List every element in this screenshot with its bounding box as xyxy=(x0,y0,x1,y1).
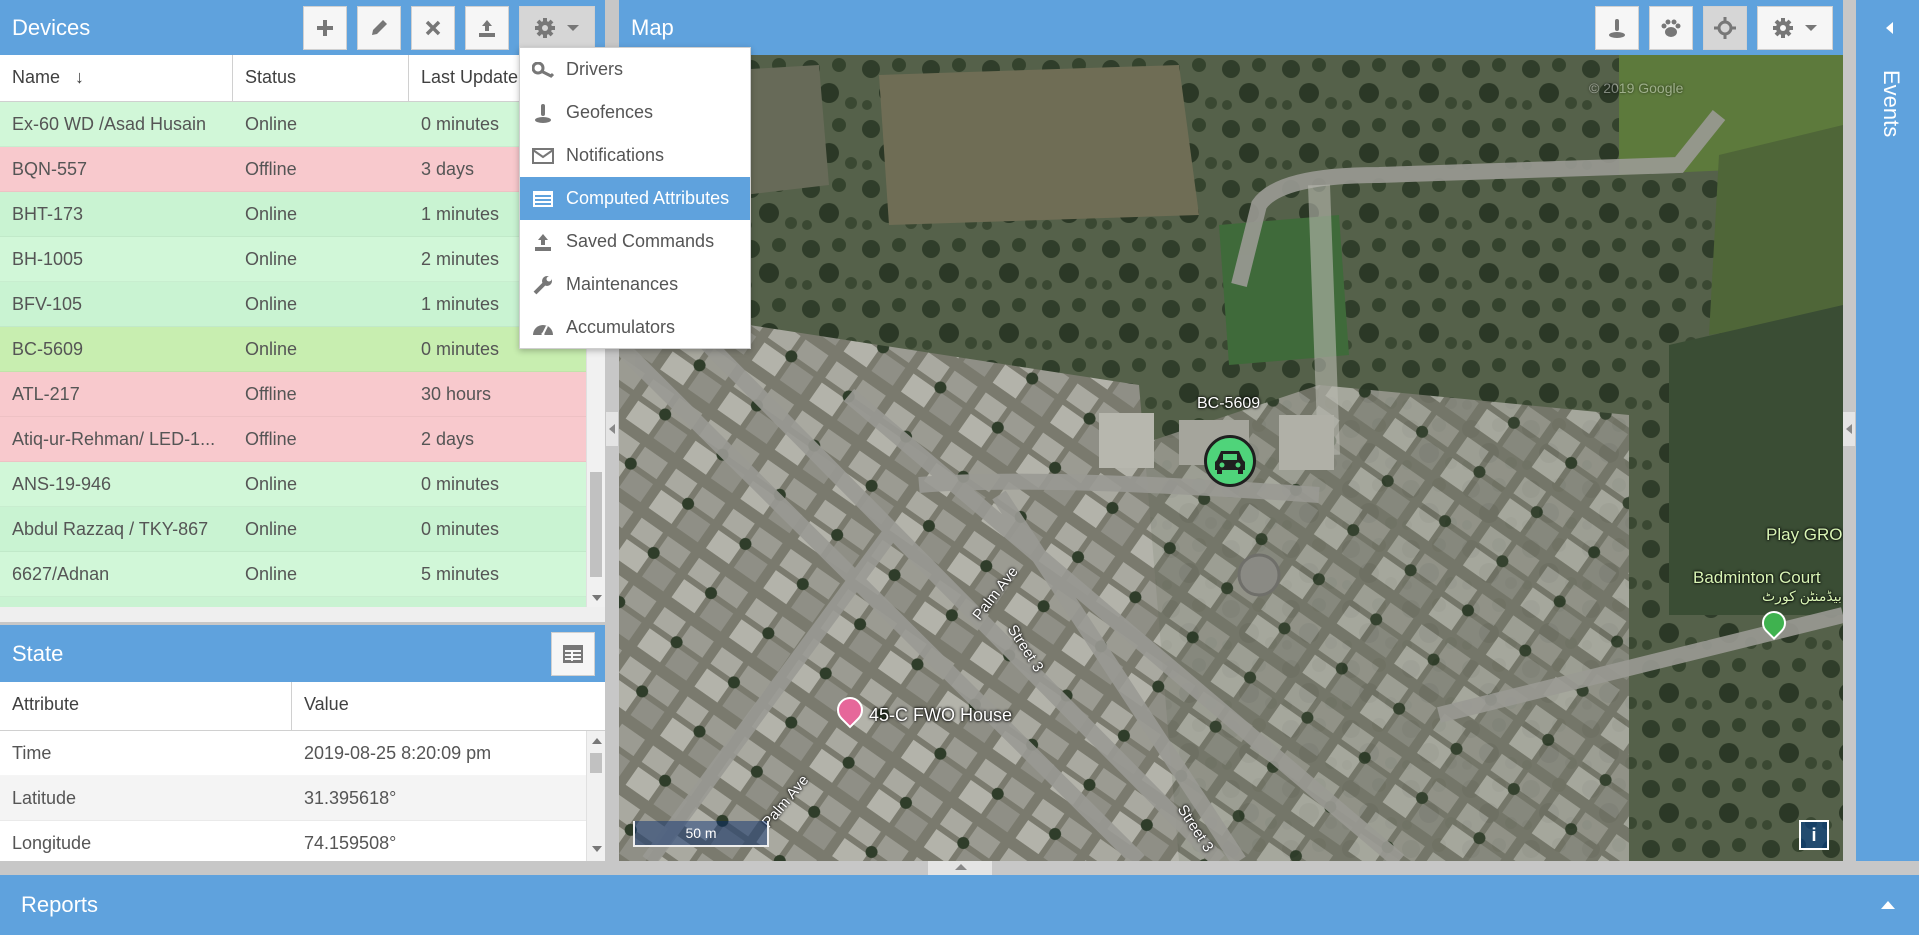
state-title: State xyxy=(12,640,64,666)
map-scale: 50 m xyxy=(633,821,769,847)
wrench-icon xyxy=(533,275,552,294)
computed-attributes-button[interactable] xyxy=(551,631,595,676)
gear-icon xyxy=(1773,17,1793,38)
menu-item-computed-attributes[interactable]: Computed Attributes xyxy=(520,177,750,220)
sort-desc-icon: ↓ xyxy=(75,67,85,87)
follow-button[interactable] xyxy=(1649,5,1693,50)
center-device-button[interactable] xyxy=(1703,5,1747,50)
state-row: Longitude 74.159508° xyxy=(0,821,586,861)
map-header: Map xyxy=(619,0,1843,55)
device-row-selected[interactable]: BC-5609 Online 0 minutes xyxy=(0,327,586,372)
device-row[interactable]: BQN-557 Offline 3 days xyxy=(0,147,586,192)
column-name[interactable]: Name ↓ xyxy=(0,55,233,101)
settings-menu: Drivers Geofences Notifications Computed… xyxy=(519,47,751,349)
state-row: Time 2019-08-25 8:20:09 pm xyxy=(0,731,586,776)
map-marker-icon xyxy=(1609,18,1625,38)
scroll-down-arrow[interactable] xyxy=(592,595,602,601)
expand-left-icon xyxy=(1886,22,1893,34)
envelope-icon xyxy=(532,147,554,164)
menu-item-maintenances[interactable]: Maintenances xyxy=(520,263,750,306)
chevron-down-icon xyxy=(1805,24,1817,31)
crosshair-icon xyxy=(1714,16,1736,39)
map-copyright: © 2019 Google xyxy=(1589,80,1684,96)
upload-icon xyxy=(479,19,495,37)
device-row[interactable]: BFV-105 Online 1 minutes xyxy=(0,282,586,327)
device-row[interactable]: 6627/Adnan Online 5 minutes xyxy=(0,552,586,597)
collapse-right-handle[interactable] xyxy=(1843,412,1855,446)
state-scrollbar[interactable] xyxy=(586,731,605,861)
reports-title: Reports xyxy=(21,892,99,917)
collapse-bottom-handle[interactable] xyxy=(928,861,992,875)
place-label-badminton-urdu: بیڈمنٹن کورٹ xyxy=(1762,588,1842,604)
menu-item-saved-commands[interactable]: Saved Commands xyxy=(520,220,750,263)
column-status[interactable]: Status xyxy=(233,55,409,101)
menu-item-notifications[interactable]: Notifications xyxy=(520,134,750,177)
command-button[interactable] xyxy=(465,5,509,50)
events-title: Events xyxy=(1879,70,1904,138)
key-icon xyxy=(532,61,554,78)
collapse-left-handle[interactable] xyxy=(606,412,618,446)
state-list: Time 2019-08-25 8:20:09 pm Latitude 31.395… xyxy=(0,731,586,861)
remove-device-button[interactable] xyxy=(411,5,455,50)
device-row[interactable]: Ex-60 WD /Asad Husain Online 0 minutes xyxy=(0,102,586,147)
place-label-house: 45-C FWO House xyxy=(869,705,1013,725)
events-panel-collapsed[interactable]: Events xyxy=(1856,0,1919,861)
menu-item-geofences[interactable]: Geofences xyxy=(520,91,750,134)
device-marker[interactable] xyxy=(1204,435,1256,487)
place-label-play-ground: Play GRO xyxy=(1766,525,1843,544)
menu-item-accumulators[interactable]: Accumulators xyxy=(520,306,750,349)
scrollbar-thumb[interactable] xyxy=(590,753,602,773)
column-value[interactable]: Value xyxy=(292,682,605,730)
state-row: Latitude 31.395618° xyxy=(0,776,586,821)
devices-list: Ex-60 WD /Asad Husain Online 0 minutes BQN… xyxy=(0,102,586,607)
chevron-down-icon xyxy=(567,24,579,31)
scroll-up-arrow[interactable] xyxy=(592,738,602,744)
map-marker-icon xyxy=(535,103,551,123)
device-row[interactable]: BHT-173 Online 1 minutes xyxy=(0,192,586,237)
device-row[interactable]: Abdul Razzaq / TKY-867 Online 0 minutes xyxy=(0,507,586,552)
add-device-button[interactable] xyxy=(303,5,347,50)
satellite-map[interactable]: © 2019 Google BC-5609 45-C FWO House Pal… xyxy=(619,55,1843,861)
scroll-down-arrow[interactable] xyxy=(592,846,602,852)
edit-device-button[interactable] xyxy=(357,5,401,50)
paw-icon xyxy=(1661,19,1681,37)
devices-title: Devices xyxy=(12,14,91,40)
device-row[interactable]: ATL-217 Offline 30 hours xyxy=(0,372,586,417)
map-title: Map xyxy=(631,14,674,40)
reports-header[interactable]: Reports xyxy=(0,875,1919,935)
device-map-label: BC-5609 xyxy=(1197,395,1261,412)
devices-grid-header: Name ↓ Status Last Update xyxy=(0,55,605,102)
device-row[interactable]: BH-1005 Online 2 minutes xyxy=(0,237,586,282)
gear-icon xyxy=(535,17,555,38)
state-header: State xyxy=(0,625,605,682)
place-label-badminton: Badminton Court xyxy=(1693,568,1821,587)
map-layers-dropdown-button[interactable] xyxy=(1757,5,1833,50)
device-row[interactable]: Atiq-ur-Rehman/ LED-1... Offline 2 days xyxy=(0,417,586,462)
device-row[interactable] xyxy=(0,597,586,607)
car-icon xyxy=(1215,451,1245,474)
devices-header: Devices xyxy=(0,0,605,55)
plus-icon xyxy=(317,19,333,36)
device-row[interactable]: ANS-19-946 Online 0 minutes xyxy=(0,462,586,507)
upload-icon xyxy=(535,233,551,251)
devices-footer xyxy=(0,607,605,622)
column-attribute[interactable]: Attribute xyxy=(0,682,292,730)
menu-item-drivers[interactable]: Drivers xyxy=(520,48,750,91)
state-grid-header: Attribute Value xyxy=(0,682,605,731)
geofence-map-button[interactable] xyxy=(1595,5,1639,50)
dashboard-icon xyxy=(533,324,553,335)
pencil-icon xyxy=(372,19,387,35)
table-icon xyxy=(533,190,553,207)
expand-up-icon[interactable] xyxy=(1881,901,1895,909)
map-info-button[interactable]: i xyxy=(1799,820,1829,850)
close-icon xyxy=(425,20,441,35)
scrollbar-thumb[interactable] xyxy=(590,472,602,577)
settings-dropdown-button[interactable] xyxy=(519,5,595,50)
table-icon xyxy=(563,644,583,663)
